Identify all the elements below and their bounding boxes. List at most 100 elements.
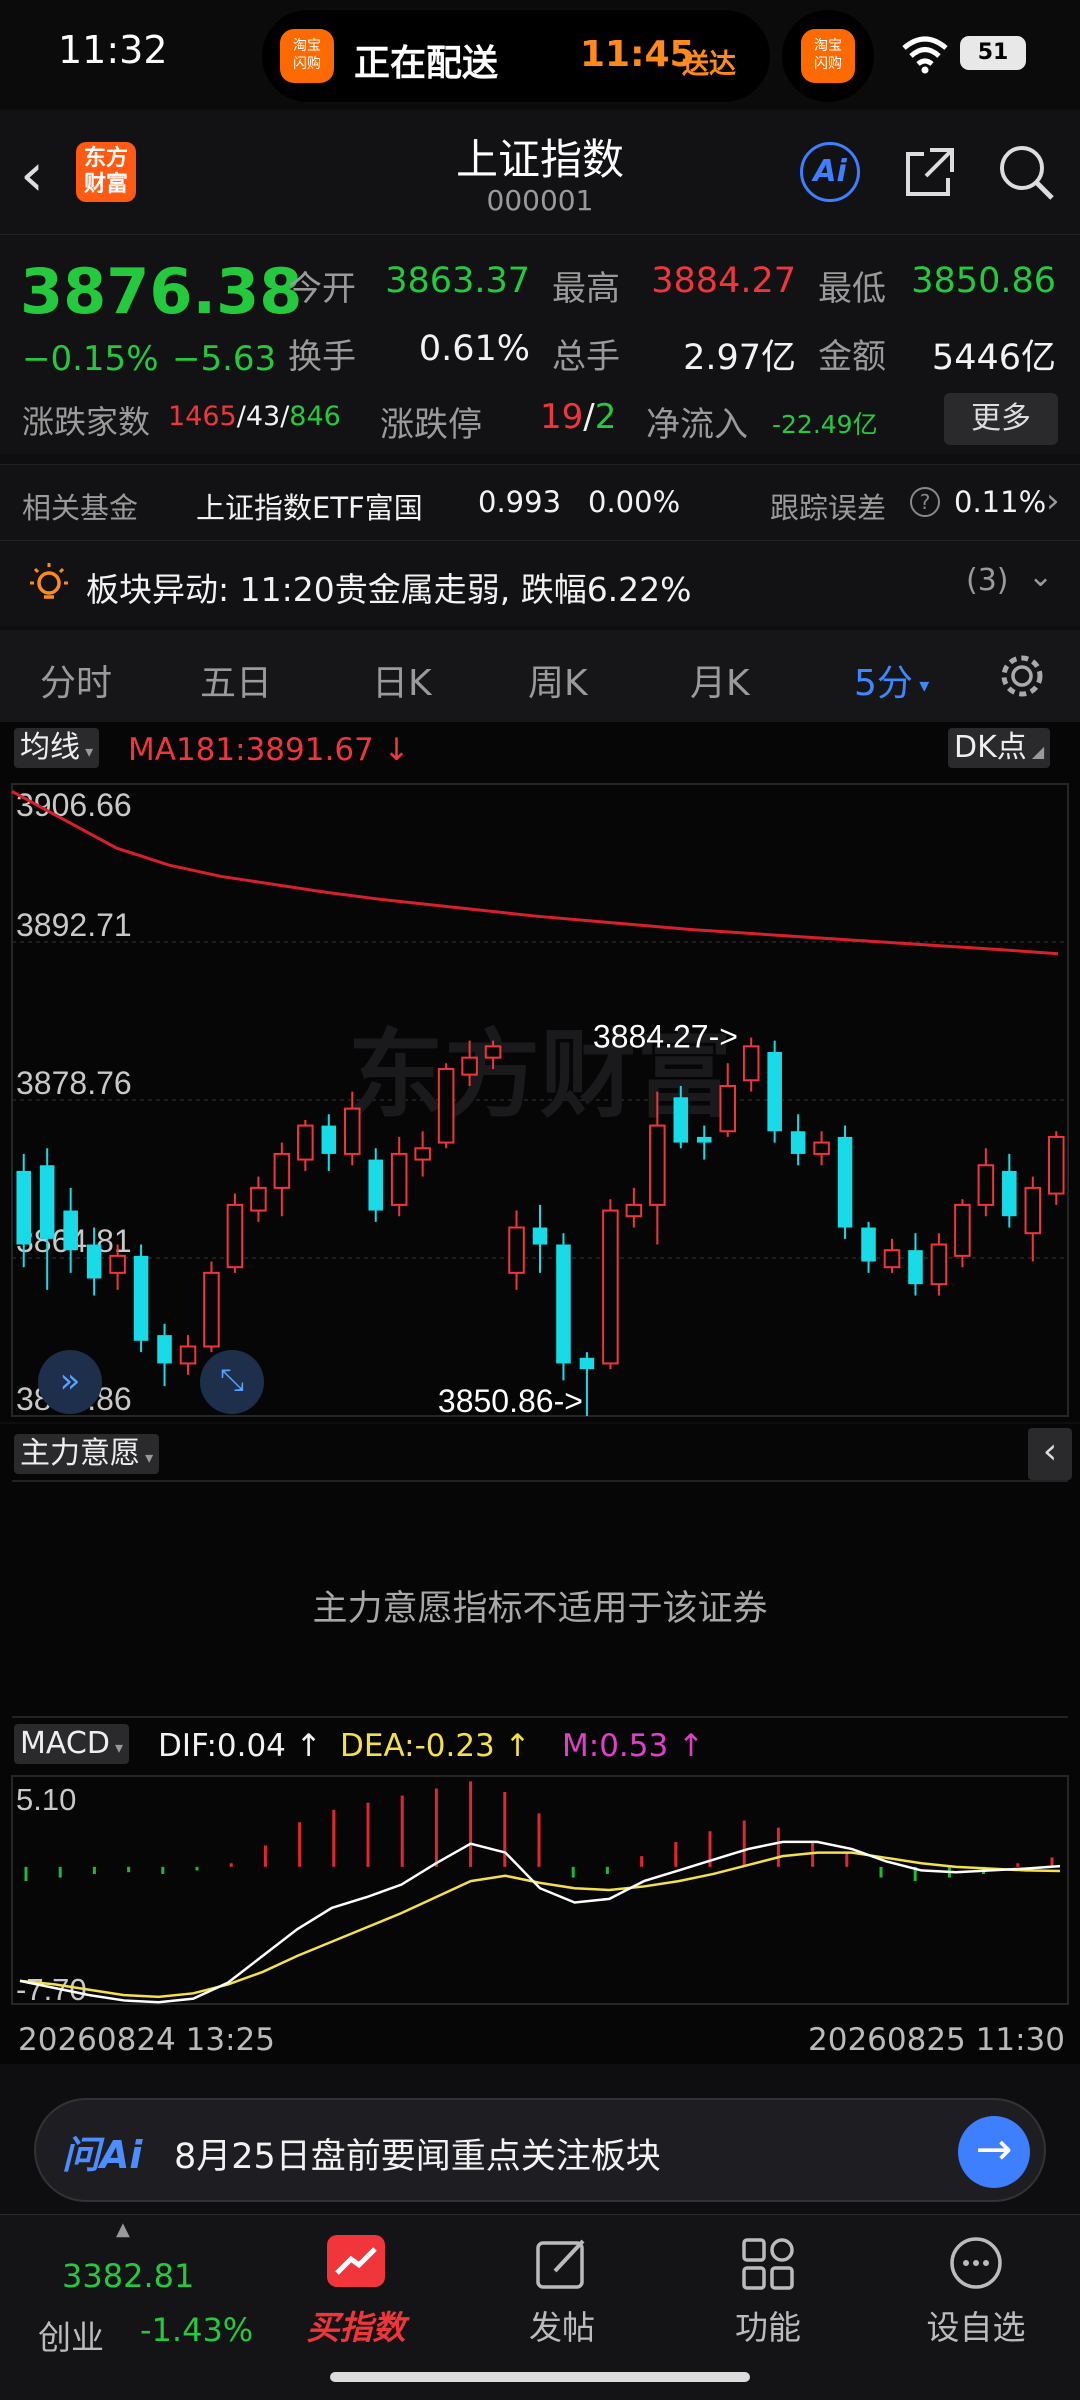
netflow-value: -22.49亿: [772, 410, 878, 439]
related-fund-row[interactable]: 相关基金 上证指数ETF富国 0.993 0.00% 跟踪误差 ? 0.11% …: [0, 464, 1080, 540]
status-bar: 11:32 淘宝 闪购 正在配送 11:45 送达 淘宝 闪购 51: [0, 0, 1080, 110]
candle-body: [719, 1084, 737, 1133]
taobao-app-icon-small: 淘宝 闪购: [801, 29, 855, 83]
candle-body: [437, 1067, 455, 1144]
macd-frame: [11, 1775, 1069, 2005]
candle-body: [86, 1244, 102, 1279]
wifi-icon: [902, 36, 948, 74]
dk-point-button[interactable]: DK点 ◢: [948, 728, 1051, 768]
tab-daily-k[interactable]: 日K: [372, 654, 432, 706]
home-indicator: [330, 2372, 750, 2382]
turnover-value: 0.61%: [418, 329, 530, 369]
indicator-select[interactable]: 均线 ▾: [14, 728, 100, 768]
breadth-values: 1465/43/846: [168, 401, 341, 432]
nav-functions[interactable]: 功能: [688, 2235, 848, 2349]
tab-weekly-k[interactable]: 周K: [528, 654, 588, 706]
bulb-icon: [30, 563, 68, 599]
fund-name: 上证指数ETF富国: [196, 491, 423, 525]
last-price: 3876.38: [20, 255, 303, 328]
tab-intraday[interactable]: 分时: [40, 654, 112, 706]
fund-label: 相关基金: [22, 491, 139, 525]
share-icon[interactable]: [900, 142, 960, 202]
delivery-suffix: 送达: [682, 49, 736, 80]
volume-label: 总手: [552, 337, 620, 377]
status-time: 11:32: [58, 28, 168, 72]
amount-value: 5446亿: [931, 338, 1056, 378]
macd-chart[interactable]: 5.10 -7.70: [0, 1772, 1080, 2008]
sector-alert-row[interactable]: 板块异动: 11:20贵金属走弱, 跌幅6.22% (3) ⌄: [0, 540, 1080, 626]
candle-body: [837, 1136, 853, 1228]
zhuli-select[interactable]: 主力意愿 ▾: [14, 1434, 160, 1474]
candle-body: [696, 1136, 712, 1143]
help-icon[interactable]: ?: [910, 487, 940, 517]
collapse-panel-icon[interactable]: ‹: [1028, 1428, 1072, 1480]
ticker-name[interactable]: 创业: [38, 2311, 104, 2359]
candle-body: [930, 1243, 948, 1286]
fund-price: 0.993: [478, 485, 562, 519]
candlestick-chart[interactable]: 3906.663892.713878.763864.813850.86东方财富3…: [0, 778, 1080, 1424]
ai-button[interactable]: Ai: [800, 142, 860, 202]
candle-body: [368, 1159, 384, 1211]
candle-body: [977, 1164, 995, 1206]
delivery-live-activity[interactable]: 淘宝 闪购 正在配送 11:45 送达: [262, 10, 770, 102]
macd-dea: DEA:-0.23 ↑: [340, 1728, 531, 1764]
chevron-down-icon: ⌄: [1028, 559, 1054, 594]
caret-up-icon: ▲: [116, 2219, 130, 2240]
candle-body: [109, 1254, 126, 1274]
candle-body: [1024, 1186, 1042, 1235]
gear-icon[interactable]: [996, 650, 1048, 702]
tab-monthly-k[interactable]: 月K: [690, 654, 750, 706]
candlestick-chart-panel: 均线 ▾ MA181:3891.67 ↓ DK点 ◢ 3906.66 3892.7…: [0, 722, 1080, 1422]
tab-five-day[interactable]: 五日: [200, 654, 272, 706]
candle-body: [742, 1045, 760, 1082]
candle-body: [203, 1271, 220, 1348]
alert-text: 板块异动: 11:20贵金属走弱, 跌幅6.22%: [86, 570, 692, 609]
dea-line: [19, 1851, 1061, 1999]
candle-body: [767, 1051, 782, 1132]
nav-post[interactable]: 发帖: [482, 2235, 642, 2349]
taobao-app-icon: 淘宝 闪购: [280, 29, 334, 83]
tracking-label: 跟踪误差: [770, 491, 887, 525]
search-icon[interactable]: [994, 140, 1058, 204]
candle-body: [508, 1226, 525, 1274]
macd-panel: MACD ▾ DIF:0.04 ↑ DEA:-0.23 ↑ M:0.53 ↑ 5…: [0, 1724, 1080, 2064]
ai-prompt-text: 8月25日盘前要闻重点关注板块: [174, 2137, 661, 2177]
low-value: 3850.86: [911, 261, 1056, 301]
top-nav: ‹ 东方 财富 上证指数 000001 Ai: [0, 110, 1080, 234]
main-force-panel: 主力意愿 ▾ ‹ 主力意愿指标不适用于该证券: [0, 1424, 1080, 1724]
candle-body: [297, 1124, 314, 1161]
candle-body: [861, 1227, 876, 1262]
y-axis-label: 3878.76: [16, 1065, 132, 1101]
change-percent: −0.15%: [22, 339, 159, 379]
nav-add-watchlist[interactable]: 设自选: [896, 2235, 1056, 2349]
turnover-label: 换手: [288, 337, 356, 377]
nav-buy-index[interactable]: 买指数: [276, 2235, 436, 2349]
ai-question-bar[interactable]: 问Ai 8月25日盘前要闻重点关注板块 →: [34, 2098, 1046, 2202]
fullscreen-icon[interactable]: ⤡: [200, 1350, 264, 1414]
macd-m: M:0.53 ↑: [562, 1728, 705, 1764]
ticker-price[interactable]: 3382.81: [62, 2257, 194, 2295]
candle-body: [1002, 1170, 1017, 1217]
battery-icon: 51: [960, 36, 1026, 70]
chevron-right-icon: ›: [1046, 481, 1060, 521]
candle-body: [63, 1210, 78, 1251]
arrow-right-icon[interactable]: →: [958, 2116, 1030, 2188]
expand-sidebar-icon[interactable]: »: [38, 1350, 102, 1414]
period-tabs: 分时 五日 日K 周K 月K 5分 ▾: [0, 630, 1080, 722]
candle-body: [649, 1124, 666, 1206]
candle-body: [532, 1227, 548, 1245]
candle-body: [250, 1186, 267, 1212]
macd-y-bottom: -7.70: [16, 1972, 87, 2007]
alert-count: (3): [966, 563, 1009, 598]
y-axis-label: 3906.66: [16, 787, 132, 823]
app-bubble[interactable]: 淘宝 闪购: [782, 10, 874, 102]
candle-body: [908, 1250, 923, 1285]
more-button[interactable]: 更多: [944, 393, 1058, 445]
apps-grid-icon: [742, 2238, 794, 2290]
candle-body: [157, 1335, 172, 1364]
change-amount: −5.63: [172, 339, 277, 379]
fund-change: 0.00%: [588, 485, 681, 519]
ma181-line: [11, 790, 1059, 956]
macd-select[interactable]: MACD ▾: [14, 1724, 130, 1764]
tab-5min[interactable]: 5分 ▾: [854, 654, 929, 706]
